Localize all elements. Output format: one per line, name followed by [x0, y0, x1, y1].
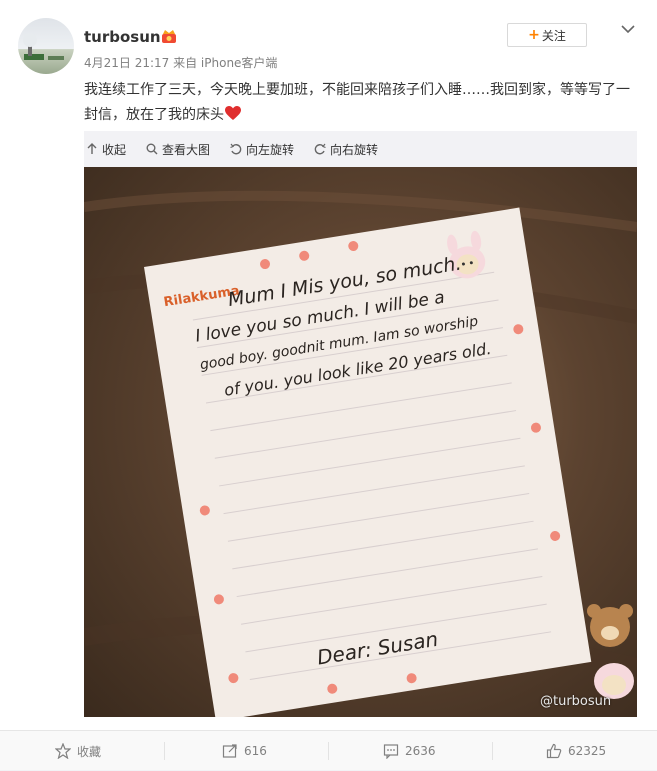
collapse-button[interactable]: 收起	[86, 141, 126, 158]
rotate-right-button[interactable]: 向右旋转	[314, 141, 378, 158]
plus-icon: +	[528, 27, 540, 43]
comment-icon	[383, 744, 399, 759]
rotate-left-label: 向左旋转	[246, 142, 295, 157]
post-meta: 4月21日 21:17 来自 iPhone客户端	[84, 56, 278, 70]
view-large-label: 查看大图	[162, 142, 211, 157]
chevron-down-icon[interactable]	[619, 20, 637, 38]
follow-button[interactable]: + 关注	[507, 23, 587, 47]
avatar[interactable]	[18, 18, 74, 74]
arrow-up-icon	[87, 143, 97, 154]
like-count: 62325	[568, 744, 607, 758]
comment-button[interactable]: 2636	[383, 731, 436, 771]
divider	[492, 742, 493, 760]
vip-badge-icon	[160, 28, 178, 44]
star-icon	[55, 743, 71, 759]
collapse-label: 收起	[102, 142, 127, 157]
action-bar: 收藏 616 2636 62325	[0, 730, 657, 770]
rotate-left-icon	[230, 143, 242, 155]
rotate-right-label: 向右旋转	[330, 142, 379, 157]
comment-count: 2636	[405, 744, 436, 758]
rotate-right-icon	[314, 143, 326, 155]
rotate-left-button[interactable]: 向左旋转	[230, 141, 294, 158]
heart-icon	[225, 105, 241, 120]
divider	[328, 742, 329, 760]
post-photo[interactable]: Rilakkuma Mum I Mis you, so much. I love…	[84, 167, 637, 717]
favorite-label: 收藏	[77, 744, 102, 759]
username[interactable]: turbosun	[84, 28, 161, 46]
repost-button[interactable]: 616	[222, 731, 267, 771]
post-text: 我连续工作了三天，今天晚上要加班，不能回来陪孩子们入睡……我回到家，等等写了一封…	[84, 78, 634, 128]
repost-icon	[222, 744, 237, 758]
photo-watermark: @turbosun	[540, 694, 612, 709]
image-toolbar: 收起 查看大图 向左旋转 向右旋转	[84, 131, 637, 167]
like-button[interactable]: 62325	[546, 731, 606, 771]
thumbs-up-icon	[546, 743, 562, 759]
search-icon	[146, 143, 158, 155]
favorite-button[interactable]: 收藏	[55, 731, 101, 771]
follow-label: 关注	[541, 28, 566, 43]
divider	[164, 742, 165, 760]
view-large-button[interactable]: 查看大图	[146, 141, 210, 158]
weibo-post-card: turbosun 4月21日 21:17 来自 iPhone客户端 + 关注 我…	[0, 0, 657, 730]
repost-count: 616	[244, 744, 267, 758]
post-body: 我连续工作了三天，今天晚上要加班，不能回来陪孩子们入睡……我回到家，等等写了一封…	[84, 82, 630, 123]
